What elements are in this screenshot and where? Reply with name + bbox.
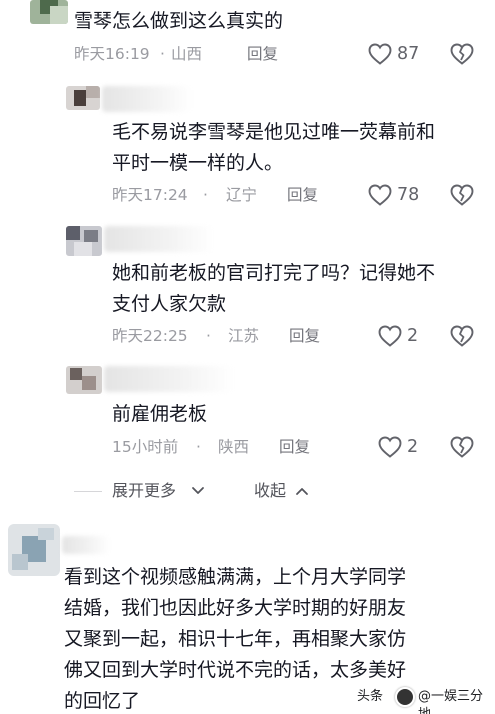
comment-text: 前雇佣老板	[112, 403, 208, 425]
watermark-platform: 头条	[357, 689, 384, 704]
avatar[interactable]	[66, 366, 102, 394]
chevron-down-icon[interactable]	[191, 486, 205, 496]
chevron-up-icon[interactable]	[295, 486, 309, 496]
comment-text-line: 毛不易说李雪琴是他见过唯一荧幕前和	[112, 121, 436, 143]
broken-heart-icon[interactable]	[450, 436, 474, 458]
broken-heart-icon[interactable]	[450, 325, 474, 347]
comment-text-line: 支付人家欠款	[112, 293, 227, 315]
thread-divider	[74, 491, 102, 492]
broken-heart-icon[interactable]	[450, 184, 474, 206]
username-blurred	[104, 226, 214, 252]
expand-more-button[interactable]: 展开更多	[112, 480, 176, 502]
comment-text-line: 结婚，我们也因此好多大学时期的好朋友	[64, 597, 407, 619]
heart-outline-icon[interactable]	[378, 325, 402, 347]
heart-outline-icon[interactable]	[368, 43, 392, 65]
reply-button[interactable]: 回复	[289, 326, 320, 346]
account-avatar-icon	[395, 687, 415, 707]
comment-text-line: 的回忆了	[64, 690, 141, 712]
comment-location: 江苏	[228, 327, 260, 345]
meta-separator: ·	[196, 438, 201, 456]
comment-time: 昨天22:25	[112, 327, 188, 345]
comment-text-line: 平时一模一样的人。	[112, 152, 284, 174]
username-blurred	[104, 366, 234, 392]
comment-text-line: 看到这个视频感触满满，上个月大学同学	[64, 566, 407, 588]
like-count: 2	[407, 437, 419, 457]
avatar[interactable]	[30, 0, 68, 24]
collapse-button[interactable]: 收起	[254, 480, 286, 502]
heart-outline-icon[interactable]	[378, 436, 402, 458]
reply-button[interactable]: 回复	[287, 185, 318, 205]
like-count: 87	[397, 44, 420, 64]
broken-heart-icon[interactable]	[450, 43, 474, 65]
comment-text-line: 佛又回到大学时代说不完的话，太多美好	[64, 659, 407, 681]
avatar[interactable]	[66, 226, 102, 256]
avatar[interactable]	[66, 86, 100, 110]
username-blurred	[62, 536, 110, 554]
reply-button[interactable]: 回复	[247, 44, 278, 64]
comment-text-line: 她和前老板的官司打完了吗？记得她不	[112, 262, 436, 284]
comment-text-line: 又聚到一起，相识十七年，再相聚大家仿	[64, 628, 407, 650]
comment-time: 15小时前	[112, 438, 179, 456]
comment-time: 昨天16:19	[74, 45, 150, 63]
comment-location: 陕西	[218, 438, 250, 456]
meta-separator: ·	[206, 327, 211, 345]
comment-time: 昨天17:24	[112, 186, 188, 204]
meta-separator: ·	[160, 45, 165, 63]
comment-text: 雪琴怎么做到这么真实的	[74, 10, 284, 32]
reply-button[interactable]: 回复	[279, 437, 310, 457]
meta-separator: ·	[203, 186, 208, 204]
comment-location: 山西	[171, 45, 203, 63]
comment-location: 辽宁	[226, 186, 258, 204]
username-blurred	[102, 86, 192, 112]
heart-outline-icon[interactable]	[368, 184, 392, 206]
avatar[interactable]	[8, 524, 60, 576]
watermark-account: @一娱三分地	[418, 689, 484, 714]
like-count: 78	[397, 185, 420, 205]
like-count: 2	[407, 326, 419, 346]
